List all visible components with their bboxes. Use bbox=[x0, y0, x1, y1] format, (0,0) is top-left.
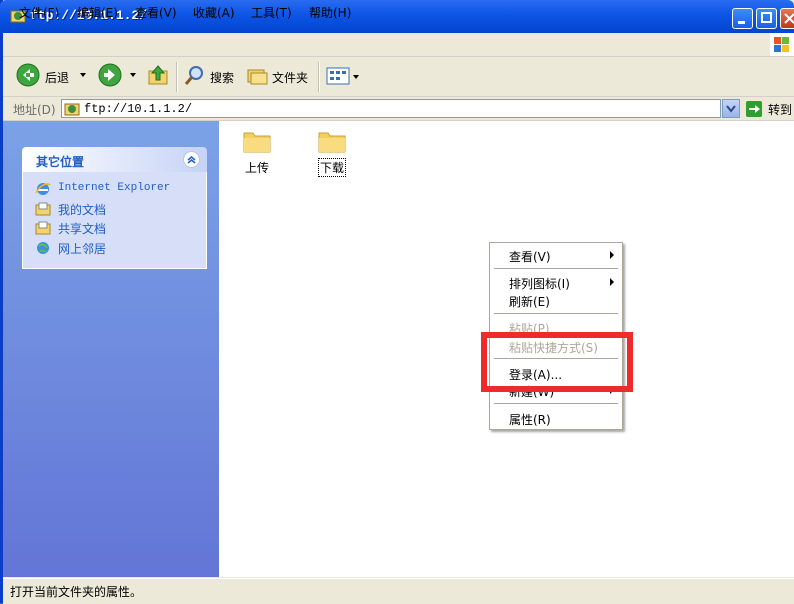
menu-bar bbox=[3, 33, 794, 57]
menu-help[interactable]: 帮助(H) bbox=[309, 4, 351, 21]
go-button-label[interactable]: 转到 bbox=[768, 101, 792, 118]
link-shared-documents[interactable]: 共享文档 bbox=[58, 220, 106, 237]
link-network-places[interactable]: 网上邻居 bbox=[58, 240, 106, 257]
minimize-button[interactable] bbox=[732, 8, 753, 29]
search-icon[interactable] bbox=[184, 64, 206, 86]
menu-view[interactable]: 查看(V) bbox=[135, 4, 177, 21]
forward-arrow-icon[interactable] bbox=[98, 63, 122, 87]
address-value[interactable]: ftp://10.1.1.2/ bbox=[84, 102, 192, 116]
internet-explorer-icon[interactable] bbox=[35, 181, 51, 197]
address-label: 地址(D) bbox=[13, 103, 56, 117]
close-button[interactable] bbox=[780, 8, 794, 29]
views-dropdown-icon[interactable] bbox=[353, 75, 359, 79]
menu-edit[interactable]: 编辑(E) bbox=[77, 4, 118, 21]
up-folder-icon[interactable] bbox=[146, 63, 170, 87]
submenu-arrow-icon bbox=[610, 251, 614, 259]
folder-icon[interactable] bbox=[318, 129, 346, 153]
submenu-arrow-icon bbox=[610, 278, 614, 286]
link-internet-explorer[interactable]: Internet Explorer bbox=[58, 182, 170, 194]
back-button-label[interactable]: 后退 bbox=[45, 69, 69, 86]
views-icon[interactable] bbox=[326, 66, 350, 86]
windows-logo-icon bbox=[770, 33, 794, 56]
back-dropdown-icon[interactable] bbox=[80, 73, 86, 77]
back-arrow-icon[interactable] bbox=[16, 63, 40, 87]
toolbar-separator bbox=[318, 62, 320, 92]
collapse-chevron-icon[interactable] bbox=[183, 151, 200, 168]
folder-label[interactable]: 上传 bbox=[245, 159, 269, 176]
folder-icon[interactable] bbox=[243, 129, 271, 153]
menu-item-properties[interactable]: 属性(R) bbox=[509, 411, 551, 428]
shared-documents-icon[interactable] bbox=[35, 220, 51, 236]
menu-item-arrange-icons[interactable]: 排列图标(I) bbox=[509, 275, 570, 292]
highlight-box bbox=[481, 332, 633, 392]
link-my-documents[interactable]: 我的文档 bbox=[58, 201, 106, 218]
forward-dropdown-icon[interactable] bbox=[130, 73, 136, 77]
menu-separator bbox=[494, 268, 618, 269]
folders-icon[interactable] bbox=[246, 64, 268, 86]
network-places-icon[interactable] bbox=[35, 240, 51, 256]
go-arrow-icon[interactable] bbox=[746, 101, 762, 117]
my-documents-icon[interactable] bbox=[35, 201, 51, 217]
menu-file[interactable]: 文件(F) bbox=[19, 4, 59, 21]
toolbar-separator bbox=[176, 62, 178, 92]
menu-item-refresh[interactable]: 刷新(E) bbox=[509, 293, 550, 310]
menu-item-view[interactable]: 查看(V) bbox=[509, 248, 551, 265]
status-text: 打开当前文件夹的属性。 bbox=[10, 585, 143, 599]
folder-label[interactable]: 下载 bbox=[318, 158, 347, 177]
menu-favorites[interactable]: 收藏(A) bbox=[193, 4, 235, 21]
other-places-title[interactable]: 其它位置 bbox=[36, 153, 84, 170]
folders-button-label[interactable]: 文件夹 bbox=[272, 69, 308, 86]
menu-separator bbox=[494, 403, 618, 404]
search-button-label[interactable]: 搜索 bbox=[210, 69, 234, 86]
menu-tools[interactable]: 工具(T) bbox=[251, 4, 292, 21]
ftp-folder-icon bbox=[64, 101, 80, 117]
address-dropdown-button[interactable] bbox=[722, 99, 740, 118]
menu-separator bbox=[494, 313, 618, 314]
maximize-button[interactable] bbox=[756, 8, 777, 29]
